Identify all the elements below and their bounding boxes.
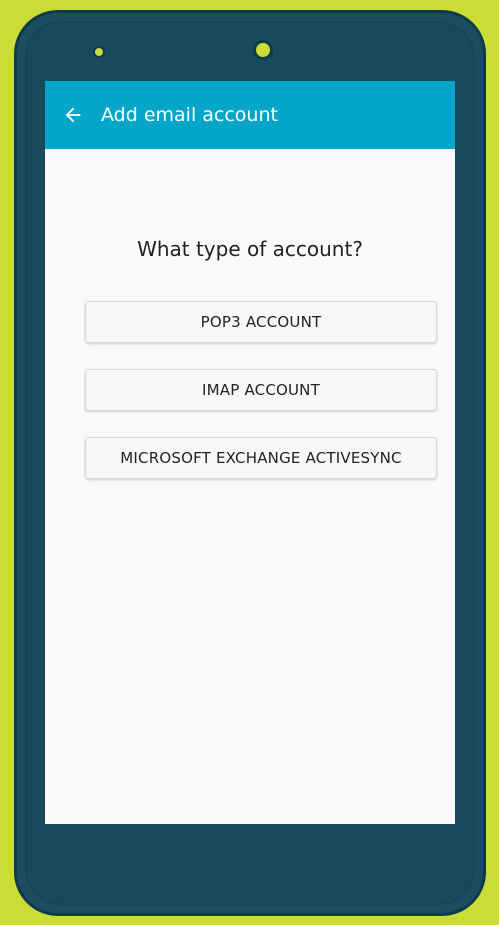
background: Add email account What type of account? … [0, 0, 499, 925]
account-type-panel: What type of account? POP3 ACCOUNT IMAP … [45, 149, 455, 824]
arrow-left-icon [65, 107, 81, 123]
phone-frame: Add email account What type of account? … [14, 10, 486, 916]
app-toolbar: Add email account [45, 81, 455, 149]
camera-icon [253, 40, 273, 60]
exchange-activesync-button[interactable]: MICROSOFT EXCHANGE ACTIVESYNC [85, 437, 437, 479]
page-title: Add email account [101, 104, 278, 126]
imap-account-button[interactable]: IMAP ACCOUNT [85, 369, 437, 411]
back-button[interactable] [45, 81, 101, 149]
pop3-account-button[interactable]: POP3 ACCOUNT [85, 301, 437, 343]
screen: Add email account What type of account? … [45, 81, 455, 824]
question-heading: What type of account? [137, 237, 363, 261]
sensor-dot [93, 46, 105, 58]
